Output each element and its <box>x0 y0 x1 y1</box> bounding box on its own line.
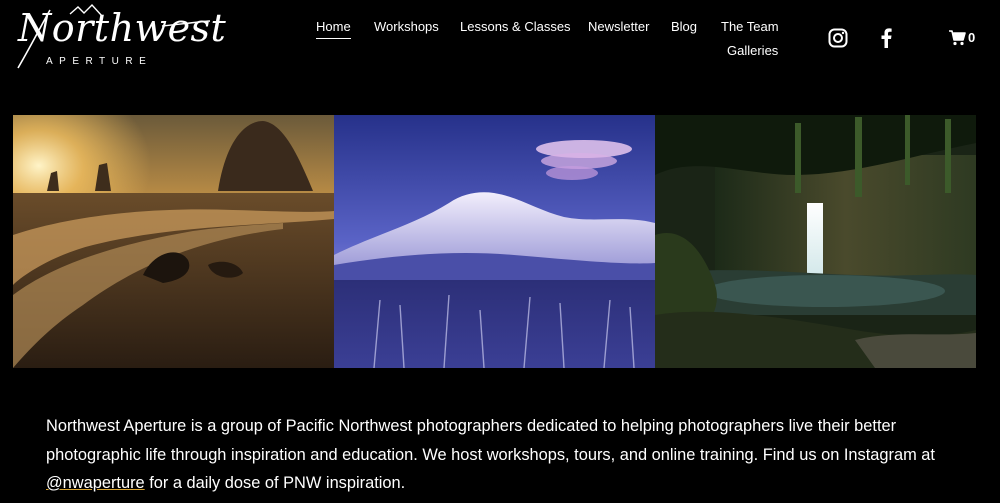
nav-home[interactable]: Home <box>316 19 351 39</box>
nav-newsletter[interactable]: Newsletter <box>588 19 649 34</box>
mount-st-helens-twilight-photo[interactable] <box>334 115 655 368</box>
nav-blog[interactable]: Blog <box>671 19 697 34</box>
logo-tagline: APERTURE <box>46 56 153 67</box>
logo-wordmark: Northwest <box>18 6 227 50</box>
cart-count: 0 <box>968 30 976 45</box>
intro-paragraph: Northwest Aperture is a group of Pacific… <box>46 412 966 498</box>
facebook-link[interactable] <box>879 28 901 50</box>
main-navigation: Home Workshops Lessons & Classes Newslet… <box>300 0 800 70</box>
nav-workshops[interactable]: Workshops <box>374 19 439 34</box>
hero-gallery <box>13 115 976 368</box>
site-logo[interactable]: Northwest APERTURE <box>12 4 226 72</box>
cart-button[interactable]: 0 <box>949 30 975 50</box>
intro-text-end: for a daily dose of PNW inspiration. <box>144 474 406 492</box>
facebook-icon <box>881 28 892 48</box>
instagram-icon <box>828 28 848 48</box>
nav-galleries[interactable]: Galleries <box>727 43 778 58</box>
cart-icon <box>949 30 966 46</box>
forest-waterfall-photo[interactable] <box>655 115 976 368</box>
haystack-rock-sunset-photo[interactable] <box>13 115 334 368</box>
instagram-handle-link[interactable]: @nwaperture <box>46 474 145 492</box>
instagram-link[interactable] <box>828 28 850 50</box>
nav-the-team[interactable]: The Team <box>721 19 779 34</box>
nav-lessons-classes[interactable]: Lessons & Classes <box>460 19 571 34</box>
intro-text: Northwest Aperture is a group of Pacific… <box>46 417 935 464</box>
